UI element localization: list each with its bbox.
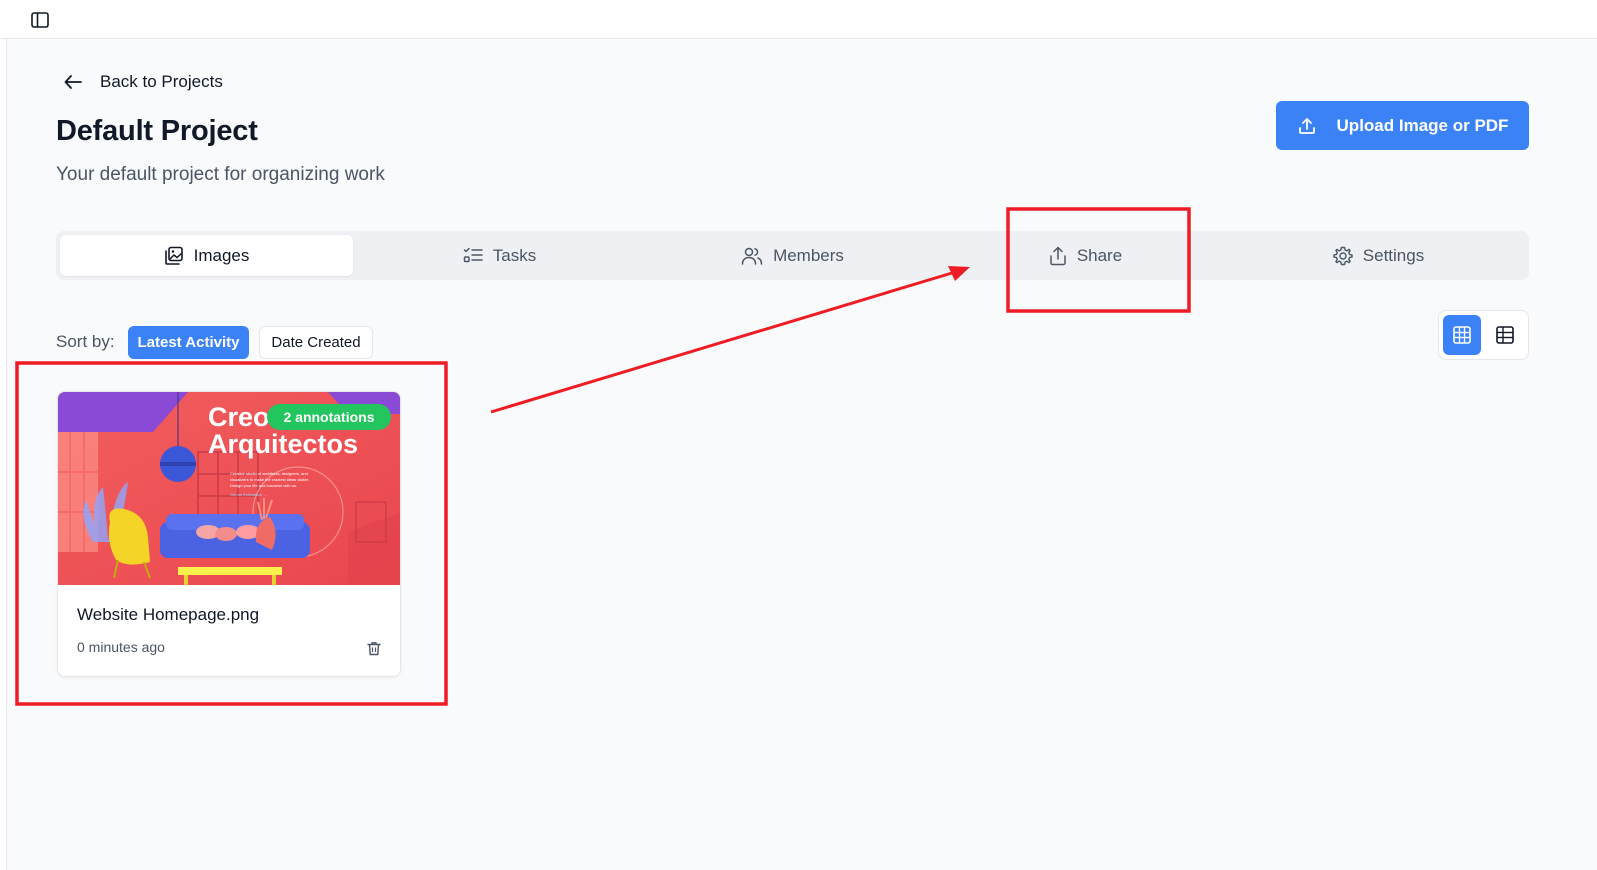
- tab-settings[interactable]: Settings: [1232, 235, 1525, 276]
- tab-members[interactable]: Members: [646, 235, 939, 276]
- delete-image-button[interactable]: [366, 640, 382, 656]
- panel-left-icon[interactable]: [30, 11, 50, 29]
- grid-icon: [1452, 326, 1471, 344]
- thumb-body-line2: visualizers to make the craziest ideas v…: [230, 477, 310, 482]
- grid-view-button[interactable]: [1443, 315, 1481, 355]
- top-bar: [0, 0, 1597, 39]
- table-icon: [1496, 326, 1515, 344]
- images-icon: [164, 246, 184, 266]
- thumb-heading-line1: Creo: [208, 402, 270, 432]
- tab-settings-label: Settings: [1362, 245, 1425, 265]
- sort-latest-activity-button[interactable]: Latest Activity: [128, 326, 249, 359]
- tab-share[interactable]: Share: [939, 235, 1232, 276]
- page-subtitle: Your default project for organizing work: [56, 164, 385, 185]
- view-mode-toggle: [1438, 310, 1529, 360]
- tab-share-label: Share: [1076, 245, 1123, 265]
- back-link-label: Back to Projects: [100, 72, 223, 91]
- sort-label: Sort by:: [56, 332, 115, 351]
- annotations-badge: 2 annotations: [267, 404, 391, 430]
- thumb-cta: Get an Estimation →: [230, 492, 267, 497]
- list-checks-icon: [463, 247, 483, 265]
- tab-members-label: Members: [773, 245, 844, 265]
- page-title: Default Project: [56, 115, 258, 147]
- back-to-projects-link[interactable]: Back to Projects: [64, 68, 223, 96]
- trash-icon: [367, 641, 381, 656]
- image-title: Website Homepage.png: [77, 605, 260, 624]
- sort-date-created-button[interactable]: Date Created: [259, 326, 373, 359]
- arrow-left-icon: [64, 75, 82, 89]
- share-icon: [1049, 246, 1067, 266]
- users-icon: [741, 247, 763, 265]
- tab-images[interactable]: Images: [60, 235, 353, 276]
- thumb-body-line1: Creative studio of architects, designers…: [230, 471, 308, 476]
- upload-icon: [1297, 116, 1317, 136]
- upload-button[interactable]: Upload Image or PDF: [1276, 101, 1529, 150]
- upload-button-label: Upload Image or PDF: [1336, 115, 1509, 135]
- image-timestamp: 0 minutes ago: [77, 639, 165, 655]
- tab-images-label: Images: [193, 245, 250, 265]
- thumb-body-line3: Design your life and business with us.: [230, 483, 297, 488]
- gear-icon: [1333, 246, 1353, 266]
- thumb-heading-line2: Arquitectos: [208, 429, 358, 459]
- project-tabs: Images Tasks Members Share Settings: [56, 231, 1529, 280]
- image-card[interactable]: Creo Arquitectos Creative studio of arch…: [57, 391, 401, 677]
- table-view-button[interactable]: [1487, 315, 1525, 355]
- tab-tasks[interactable]: Tasks: [353, 235, 646, 276]
- tab-tasks-label: Tasks: [492, 245, 537, 265]
